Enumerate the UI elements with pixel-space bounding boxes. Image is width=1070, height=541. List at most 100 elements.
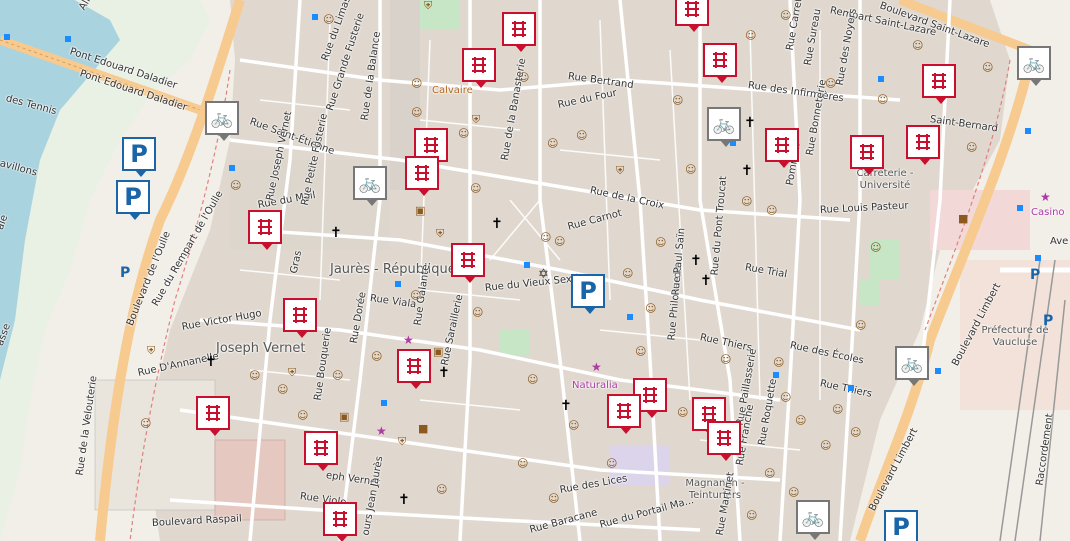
- bus-stop-icon: [312, 14, 318, 20]
- cinema-icon: ▣: [433, 345, 444, 358]
- bus-route-marker[interactable]: [196, 396, 230, 436]
- theatre-icon: ☺: [850, 426, 862, 439]
- theatre-icon: ☺: [411, 77, 423, 90]
- bus-route-marker[interactable]: [397, 349, 431, 389]
- bus-stop-icon: [773, 372, 779, 378]
- bus-route-marker[interactable]: [707, 421, 741, 461]
- theatre-icon: ☺: [436, 483, 448, 496]
- bus-route-icon: [258, 219, 272, 235]
- bus-stop-icon: [524, 262, 530, 268]
- theatre-icon: ☺: [677, 406, 689, 419]
- bus-route-icon: [472, 57, 486, 73]
- theatre-icon: ☺: [685, 163, 697, 176]
- theatre-icon: ☺: [249, 369, 261, 382]
- theatre-icon: ☺: [410, 289, 422, 302]
- bus-route-icon: [617, 403, 631, 419]
- bus-route-icon: [293, 307, 307, 323]
- theatre-icon: ☺: [517, 457, 529, 470]
- bus-route-icon: [206, 405, 220, 421]
- label-jaures-republique: Jaurès - République: [330, 262, 456, 277]
- museum-icon: ⛨: [424, 0, 433, 12]
- theatre-icon: ☺: [741, 195, 753, 208]
- bus-route-marker[interactable]: [451, 243, 485, 283]
- shop-icon: ★: [403, 333, 414, 347]
- theatre-icon: ☺: [746, 509, 758, 522]
- parking-small-icon: P: [1030, 267, 1041, 283]
- bus-stop-icon: [395, 281, 401, 287]
- bus-route-marker[interactable]: [405, 156, 439, 196]
- theatre-icon: ☺: [472, 306, 484, 319]
- theatre-icon: ☺: [912, 39, 924, 52]
- bus-route-icon: [860, 144, 874, 160]
- bus-route-icon: [717, 430, 731, 446]
- bus-route-marker[interactable]: [502, 12, 536, 52]
- bus-route-marker[interactable]: [283, 298, 317, 338]
- bus-stop-icon: [381, 400, 387, 406]
- theatre-icon: ☺: [518, 71, 530, 84]
- bike-station-marker[interactable]: 🚲: [796, 500, 830, 540]
- bus-route-marker[interactable]: [462, 48, 496, 88]
- bus-route-marker[interactable]: [304, 431, 338, 471]
- bus-stop-icon: [1025, 128, 1031, 134]
- theatre-icon: ☺: [645, 302, 657, 315]
- theatre-icon: ☺: [527, 373, 539, 386]
- bus-route-marker[interactable]: [922, 64, 956, 104]
- bicycle-icon: 🚲: [900, 352, 924, 374]
- bus-route-icon: [713, 52, 727, 68]
- bus-route-marker[interactable]: [607, 394, 641, 434]
- bus-route-marker[interactable]: [703, 43, 737, 83]
- theatre-icon: ☺: [554, 235, 566, 248]
- church-icon: ✝: [560, 398, 572, 414]
- theatre-icon: ☺: [766, 204, 778, 217]
- label-naturalia: Naturalia: [572, 380, 618, 391]
- bus-route-marker[interactable]: [248, 210, 282, 250]
- theatre-icon: ☺: [870, 241, 882, 254]
- bus-stop-icon: [627, 314, 633, 320]
- bike-station-marker[interactable]: 🚲: [895, 346, 929, 386]
- map-view[interactable]: Allée ... Pont Edouard Daladier Pont Edo…: [0, 0, 1070, 541]
- parking-marker[interactable]: P: [884, 510, 918, 541]
- bus-route-marker[interactable]: [323, 502, 357, 541]
- bus-route-icon: [643, 387, 657, 403]
- library-icon: ■: [418, 422, 429, 435]
- bike-station-marker[interactable]: 🚲: [205, 101, 239, 141]
- cinema-icon: ▣: [415, 204, 426, 217]
- bus-stop-icon: [1035, 255, 1041, 261]
- bike-station-marker[interactable]: 🚲: [1017, 46, 1051, 86]
- bus-route-icon: [685, 1, 699, 17]
- church-icon: ✝: [205, 354, 217, 370]
- theatre-icon: ☺: [764, 467, 776, 480]
- shop-icon: ★: [591, 360, 602, 374]
- bus-route-icon: [512, 21, 526, 37]
- church-icon: ✝: [491, 216, 503, 232]
- theatre-icon: ☺: [825, 77, 837, 90]
- bus-route-marker[interactable]: [675, 0, 709, 32]
- bus-route-marker[interactable]: [765, 128, 799, 168]
- label-joseph-vernet: Joseph Vernet: [216, 341, 306, 356]
- theatre-icon: ☺: [832, 403, 844, 416]
- label-casino: Casino: [1031, 207, 1065, 218]
- library-icon: ■: [958, 212, 969, 225]
- theatre-icon: ☺: [622, 267, 634, 280]
- bus-route-marker[interactable]: [850, 135, 884, 175]
- parking-marker[interactable]: P: [122, 137, 156, 177]
- bus-route-icon: [314, 440, 328, 456]
- bus-route-icon: [333, 511, 347, 527]
- theatre-icon: ☺: [635, 345, 647, 358]
- theatre-icon: ☺: [547, 137, 559, 150]
- theatre-icon: ☺: [230, 179, 242, 192]
- theatre-icon: ☺: [788, 486, 800, 499]
- parking-marker[interactable]: P: [116, 180, 150, 220]
- theatre-icon: ☺: [773, 356, 785, 369]
- theatre-icon: ☺: [780, 391, 792, 404]
- bike-station-marker[interactable]: 🚲: [353, 166, 387, 206]
- church-icon: ✝: [700, 273, 712, 289]
- church-icon: ✝: [398, 492, 410, 508]
- museum-icon: ⛨: [436, 227, 445, 240]
- theatre-icon: ☺: [877, 93, 889, 106]
- parking-small-icon: P: [1043, 313, 1054, 329]
- bike-station-marker[interactable]: 🚲: [707, 107, 741, 147]
- bus-route-marker[interactable]: [906, 125, 940, 165]
- theatre-icon: ☺: [323, 13, 335, 26]
- parking-marker[interactable]: P: [571, 274, 605, 314]
